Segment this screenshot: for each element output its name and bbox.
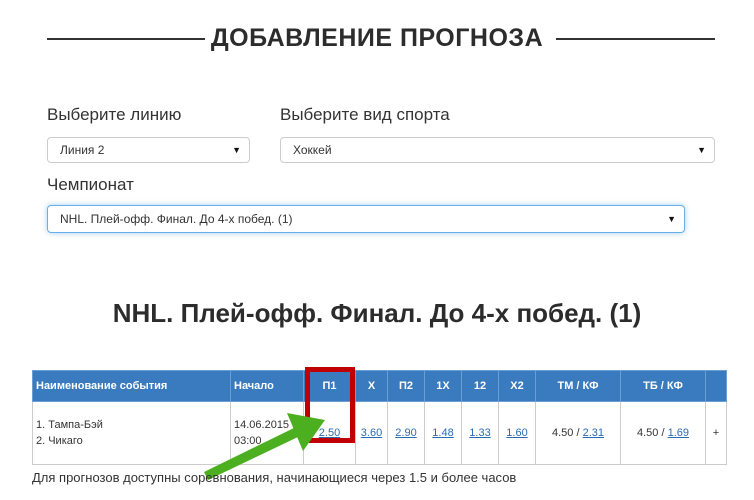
footnote: Для прогнозов доступны соревнования, нач… xyxy=(32,470,517,485)
annotation-arrow-icon xyxy=(204,413,325,480)
